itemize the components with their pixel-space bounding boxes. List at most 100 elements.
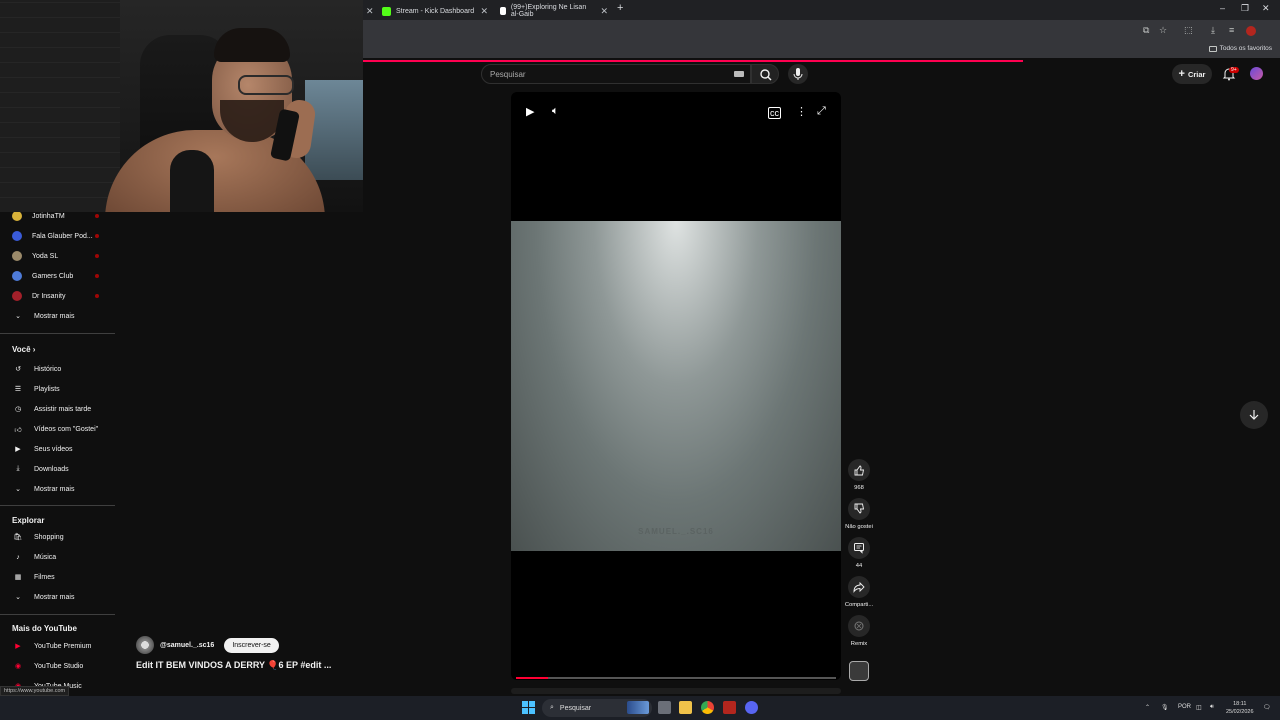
tray-chevron-icon[interactable]: ⌃ (1145, 704, 1150, 711)
tab-youtube-short[interactable]: (99+)Exploring Ne Lisan al-Gaib ✕ (494, 2, 614, 20)
like-count: 968 (854, 485, 864, 491)
plus-icon: + (1178, 68, 1185, 80)
folder-icon (1208, 45, 1217, 52)
tab-label: (99+)Exploring Ne Lisan al-Gaib (510, 4, 587, 18)
microphone-icon (793, 68, 803, 80)
sidebar-item-yoda-sl[interactable]: Yoda SL (12, 247, 58, 265)
progress-track[interactable] (516, 677, 836, 679)
sidebar-item-music[interactable]: ♪ Música (12, 548, 56, 566)
close-icon[interactable]: ✕ (600, 6, 608, 17)
watch-later-icon: ◷ (14, 406, 22, 413)
extensions-icon[interactable]: ⬚ (1184, 25, 1193, 36)
microphone (170, 150, 214, 212)
sidebar-item-shopping[interactable]: 🛍︎ Shopping (12, 528, 64, 546)
chrome-icon[interactable] (701, 701, 714, 714)
sidebar-item-playlists[interactable]: ☰ Playlists (12, 380, 60, 398)
background-monitor (305, 80, 363, 180)
sidebar-item-gamers-club[interactable]: Gamers Club (12, 267, 73, 285)
video-title[interactable]: Edit IT BEM VINDOS A DERRY 🎈6 EP #edit .… (136, 660, 331, 671)
profile-avatar[interactable] (1246, 26, 1256, 36)
sidebar-item-label: JotinhaTM (32, 212, 65, 220)
bookmark-star-icon[interactable]: ☆ (1159, 25, 1167, 36)
search-input[interactable]: Pesquisar (481, 64, 751, 84)
downloads-icon: ⤓ (16, 465, 20, 472)
tab-kick-dashboard[interactable]: Stream - Kick Dashboard ✕ (376, 2, 494, 20)
windows-start-icon[interactable] (522, 701, 535, 714)
subscribe-button[interactable]: Inscrever-se (224, 637, 279, 653)
sidebar-item-watch-later[interactable]: ◷ Assistir mais tarde (12, 400, 91, 418)
like-button[interactable] (848, 459, 870, 481)
more-options-icon[interactable]: ⋮ (796, 105, 807, 118)
comments-button[interactable] (848, 537, 870, 559)
minimize-icon[interactable]: – (1220, 3, 1225, 13)
sidebar-item-liked-videos[interactable]: 👍︎ Vídeos com "Gostei" (12, 420, 98, 438)
sidebar-item-downloads[interactable]: ⤓ Downloads (12, 460, 68, 478)
glasses (238, 75, 294, 95)
dislike-button[interactable] (848, 498, 870, 520)
network-icon[interactable]: ◫ (1196, 704, 1202, 711)
search-button[interactable] (751, 64, 779, 84)
chevron-down-icon: ⌄ (15, 313, 21, 320)
account-avatar[interactable] (1250, 67, 1263, 80)
sidebar-item-label: Gamers Club (32, 272, 74, 280)
file-explorer-icon[interactable] (679, 701, 692, 714)
show-more-explore[interactable]: ⌄ Mostrar mais (12, 588, 74, 606)
search-icon (760, 69, 772, 81)
you-section-title[interactable]: Você › (12, 345, 35, 354)
search-highlight-icon (627, 701, 649, 714)
create-button[interactable]: + Criar (1172, 64, 1212, 84)
play-icon[interactable]: ▶ (526, 105, 534, 118)
fullscreen-icon[interactable]: ⤢ (817, 105, 826, 118)
voice-search-button[interactable] (788, 64, 808, 84)
captions-icon[interactable]: cc (768, 107, 781, 119)
show-more-you[interactable]: ⌄ Mostrar mais (12, 480, 74, 498)
sidebar-item-youtube-studio[interactable]: ◉ YouTube Studio (12, 657, 83, 675)
show-more-label: Mostrar mais (34, 312, 75, 320)
volume-tray-icon[interactable]: 🔊︎ (1210, 704, 1214, 711)
all-bookmarks[interactable]: Todos os favoritos (1208, 45, 1272, 52)
close-icon[interactable]: ✕ (366, 6, 374, 17)
notifications-tray-icon[interactable]: 🗨︎ (1263, 704, 1271, 711)
explore-section-title: Explorar (12, 516, 45, 525)
channel-name[interactable]: @samuel._.sc16 (160, 642, 214, 649)
sidebar-item-dr-insanity[interactable]: Dr Insanity (12, 287, 65, 305)
share-button[interactable] (848, 576, 870, 598)
new-tab-icon[interactable]: + (617, 2, 623, 14)
sidebar-item-your-videos[interactable]: ▶ Seus vídeos (12, 440, 73, 458)
sound-thumbnail[interactable] (849, 661, 869, 681)
streamer-hair (214, 28, 290, 62)
maximize-icon[interactable]: ❐ (1241, 3, 1249, 14)
clock[interactable]: 18:11 25/02/2026 (1226, 700, 1254, 716)
channel-row: @samuel._.sc16 Inscrever-se (136, 636, 279, 654)
media-icon[interactable]: ≡ (1229, 25, 1234, 35)
video-frame (511, 221, 841, 551)
sidebar-item-label: Seus vídeos (34, 445, 73, 453)
sidebar-item-history[interactable]: ↺ Histórico (12, 360, 61, 378)
install-icon[interactable]: ⧉ (1143, 25, 1149, 36)
short-video-player[interactable]: ▶ 🔈︎ cc ⋮ ⤢ SAMUEL._.SC16 (511, 92, 841, 680)
share-label: Comparti... (844, 602, 874, 608)
avatar (12, 251, 22, 261)
sidebar-item-label: Filmes (34, 573, 55, 581)
app-icon[interactable] (723, 701, 736, 714)
tiktok-favicon-icon (500, 7, 506, 15)
remix-button[interactable] (848, 615, 870, 637)
sidebar-item-label: Playlists (34, 385, 60, 393)
sidebar-item-fala-glauber[interactable]: Fala Glauber Pod... (12, 227, 93, 245)
sidebar-item-movies[interactable]: ▦ Filmes (12, 568, 55, 586)
close-window-icon[interactable]: ✕ (1262, 3, 1270, 14)
sidebar-item-label: Assistir mais tarde (34, 405, 92, 413)
task-view-icon[interactable] (658, 701, 671, 714)
download-icon[interactable]: ⤓ (1211, 25, 1215, 36)
next-short-button[interactable] (1240, 401, 1268, 429)
show-more-subscriptions[interactable]: ⌄ Mostrar mais (12, 307, 74, 325)
close-icon[interactable]: ✕ (480, 6, 488, 17)
sidebar-item-youtube-premium[interactable]: ▶ YouTube Premium (12, 637, 91, 655)
discord-icon[interactable] (745, 701, 758, 714)
microphone-tray-icon[interactable]: 🎙︎ (1161, 704, 1169, 711)
taskbar-search-label: Pesquisar (559, 704, 592, 712)
language-indicator[interactable]: POR (1178, 704, 1191, 710)
keyboard-icon[interactable] (734, 71, 744, 77)
volume-icon[interactable]: 🔈︎ (552, 105, 559, 118)
avatar[interactable] (136, 636, 154, 654)
